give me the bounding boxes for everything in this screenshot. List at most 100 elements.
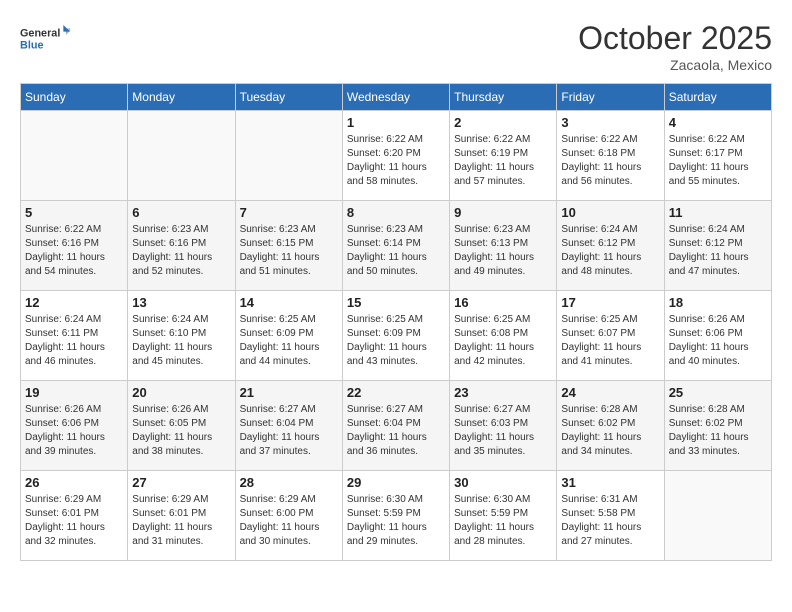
day-info: Sunrise: 6:25 AM Sunset: 6:09 PM Dayligh… <box>347 313 445 369</box>
weekday-header-tuesday: Tuesday <box>235 84 342 111</box>
weekday-header-saturday: Saturday <box>664 84 771 111</box>
weekday-header-sunday: Sunday <box>21 84 128 111</box>
calendar-cell: 16Sunrise: 6:25 AM Sunset: 6:08 PM Dayli… <box>450 291 557 381</box>
calendar-cell <box>235 111 342 201</box>
day-number: 19 <box>25 385 123 400</box>
calendar-cell: 11 Sunrise: 6:24 AM Sunset: 6:12 PM Dayli… <box>664 201 771 291</box>
calendar-cell: 20 Sunrise: 6:26 AM Sunset: 6:05 PM Dayli… <box>128 381 235 471</box>
day-info: Sunrise: 6:26 AM Sunset: 6:06 PM Dayligh… <box>25 403 123 459</box>
day-number: 11 <box>669 205 767 220</box>
day-number: 17 <box>561 295 659 310</box>
day-info: Sunrise: 6:30 AM Sunset: 5:59 PM Dayligh… <box>347 493 445 549</box>
day-info: Sunrise: 6:24 AM Sunset: 6:10 PM Dayligh… <box>132 313 230 369</box>
day-number: 6 <box>132 205 230 220</box>
calendar-cell <box>21 111 128 201</box>
day-number: 31 <box>561 475 659 490</box>
calendar-cell: 2Sunrise: 6:22 AM Sunset: 6:19 PM Daylig… <box>450 111 557 201</box>
calendar-cell: 25 Sunrise: 6:28 AM Sunset: 6:02 PM Dayli… <box>664 381 771 471</box>
day-info: Sunrise: 6:24 AM Sunset: 6:12 PM Dayligh… <box>669 223 767 279</box>
day-number: 21 <box>240 385 338 400</box>
day-info: Sunrise: 6:22 AM Sunset: 6:20 PM Dayligh… <box>347 133 445 189</box>
day-info: Sunrise: 6:23 AM Sunset: 6:16 PM Dayligh… <box>132 223 230 279</box>
day-info: Sunrise: 6:26 AM Sunset: 6:06 PM Dayligh… <box>669 313 767 369</box>
calendar-table: SundayMondayTuesdayWednesdayThursdayFrid… <box>20 83 772 561</box>
day-info: Sunrise: 6:29 AM Sunset: 6:01 PM Dayligh… <box>25 493 123 549</box>
day-info: Sunrise: 6:27 AM Sunset: 6:04 PM Dayligh… <box>240 403 338 459</box>
day-number: 28 <box>240 475 338 490</box>
day-info: Sunrise: 6:23 AM Sunset: 6:13 PM Dayligh… <box>454 223 552 279</box>
day-info: Sunrise: 6:24 AM Sunset: 6:12 PM Dayligh… <box>561 223 659 279</box>
calendar-cell: 29 Sunrise: 6:30 AM Sunset: 5:59 PM Dayli… <box>342 471 449 561</box>
day-number: 24 <box>561 385 659 400</box>
day-number: 9 <box>454 205 552 220</box>
day-number: 23 <box>454 385 552 400</box>
day-info: Sunrise: 6:28 AM Sunset: 6:02 PM Dayligh… <box>561 403 659 459</box>
day-info: Sunrise: 6:29 AM Sunset: 6:01 PM Dayligh… <box>132 493 230 549</box>
day-number: 13 <box>132 295 230 310</box>
calendar-cell: 14 Sunrise: 6:25 AM Sunset: 6:09 PM Dayli… <box>235 291 342 381</box>
day-info: Sunrise: 6:27 AM Sunset: 6:04 PM Dayligh… <box>347 403 445 459</box>
calendar-cell: 12Sunrise: 6:24 AM Sunset: 6:11 PM Dayli… <box>21 291 128 381</box>
day-number: 12 <box>25 295 123 310</box>
day-number: 22 <box>347 385 445 400</box>
calendar-cell <box>128 111 235 201</box>
calendar-cell: 4 Sunrise: 6:22 AM Sunset: 6:17 PM Daylig… <box>664 111 771 201</box>
day-info: Sunrise: 6:27 AM Sunset: 6:03 PM Dayligh… <box>454 403 552 459</box>
day-info: Sunrise: 6:25 AM Sunset: 6:09 PM Dayligh… <box>240 313 338 369</box>
day-number: 7 <box>240 205 338 220</box>
calendar-cell: 19 Sunrise: 6:26 AM Sunset: 6:06 PM Dayli… <box>21 381 128 471</box>
day-number: 8 <box>347 205 445 220</box>
day-number: 15 <box>347 295 445 310</box>
calendar-cell: 9 Sunrise: 6:23 AM Sunset: 6:13 PM Daylig… <box>450 201 557 291</box>
calendar-cell: 18 Sunrise: 6:26 AM Sunset: 6:06 PM Dayli… <box>664 291 771 381</box>
location: Zacaola, Mexico <box>578 57 772 73</box>
calendar-cell: 8 Sunrise: 6:23 AM Sunset: 6:14 PM Daylig… <box>342 201 449 291</box>
weekday-header-thursday: Thursday <box>450 84 557 111</box>
weekday-header-wednesday: Wednesday <box>342 84 449 111</box>
day-number: 14 <box>240 295 338 310</box>
calendar-cell: 22 Sunrise: 6:27 AM Sunset: 6:04 PM Dayli… <box>342 381 449 471</box>
svg-text:Blue: Blue <box>20 39 43 51</box>
day-info: Sunrise: 6:23 AM Sunset: 6:14 PM Dayligh… <box>347 223 445 279</box>
day-number: 30 <box>454 475 552 490</box>
calendar-cell: 13 Sunrise: 6:24 AM Sunset: 6:10 PM Dayli… <box>128 291 235 381</box>
day-info: Sunrise: 6:22 AM Sunset: 6:16 PM Dayligh… <box>25 223 123 279</box>
calendar-cell: 10 Sunrise: 6:24 AM Sunset: 6:12 PM Dayli… <box>557 201 664 291</box>
calendar-cell: 5 Sunrise: 6:22 AM Sunset: 6:16 PM Daylig… <box>21 201 128 291</box>
day-number: 27 <box>132 475 230 490</box>
day-info: Sunrise: 6:31 AM Sunset: 5:58 PM Dayligh… <box>561 493 659 549</box>
svg-text:General: General <box>20 28 60 40</box>
title-block: October 2025 Zacaola, Mexico <box>578 20 772 73</box>
logo: General Blue <box>20 20 70 60</box>
calendar-cell <box>664 471 771 561</box>
day-number: 29 <box>347 475 445 490</box>
logo-svg: General Blue <box>20 20 70 60</box>
day-number: 4 <box>669 115 767 130</box>
calendar-cell: 7 Sunrise: 6:23 AM Sunset: 6:15 PM Daylig… <box>235 201 342 291</box>
day-info: Sunrise: 6:28 AM Sunset: 6:02 PM Dayligh… <box>669 403 767 459</box>
day-number: 5 <box>25 205 123 220</box>
day-number: 18 <box>669 295 767 310</box>
day-info: Sunrise: 6:30 AM Sunset: 5:59 PM Dayligh… <box>454 493 552 549</box>
day-info: Sunrise: 6:25 AM Sunset: 6:07 PM Dayligh… <box>561 313 659 369</box>
day-number: 3 <box>561 115 659 130</box>
calendar-cell: 17 Sunrise: 6:25 AM Sunset: 6:07 PM Dayli… <box>557 291 664 381</box>
day-number: 25 <box>669 385 767 400</box>
calendar-cell: 26 Sunrise: 6:29 AM Sunset: 6:01 PM Dayli… <box>21 471 128 561</box>
day-number: 16 <box>454 295 552 310</box>
calendar-cell: 1 Sunrise: 6:22 AM Sunset: 6:20 PM Daylig… <box>342 111 449 201</box>
day-number: 26 <box>25 475 123 490</box>
page-header: General Blue October 2025 Zacaola, Mexic… <box>20 20 772 73</box>
day-info: Sunrise: 6:22 AM Sunset: 6:17 PM Dayligh… <box>669 133 767 189</box>
day-number: 1 <box>347 115 445 130</box>
month-title: October 2025 <box>578 20 772 57</box>
day-info: Sunrise: 6:23 AM Sunset: 6:15 PM Dayligh… <box>240 223 338 279</box>
calendar-cell: 21 Sunrise: 6:27 AM Sunset: 6:04 PM Dayli… <box>235 381 342 471</box>
day-info: Sunrise: 6:26 AM Sunset: 6:05 PM Dayligh… <box>132 403 230 459</box>
day-number: 10 <box>561 205 659 220</box>
weekday-header-friday: Friday <box>557 84 664 111</box>
day-info: Sunrise: 6:29 AM Sunset: 6:00 PM Dayligh… <box>240 493 338 549</box>
calendar-cell: 31 Sunrise: 6:31 AM Sunset: 5:58 PM Dayli… <box>557 471 664 561</box>
day-number: 20 <box>132 385 230 400</box>
day-number: 2 <box>454 115 552 130</box>
